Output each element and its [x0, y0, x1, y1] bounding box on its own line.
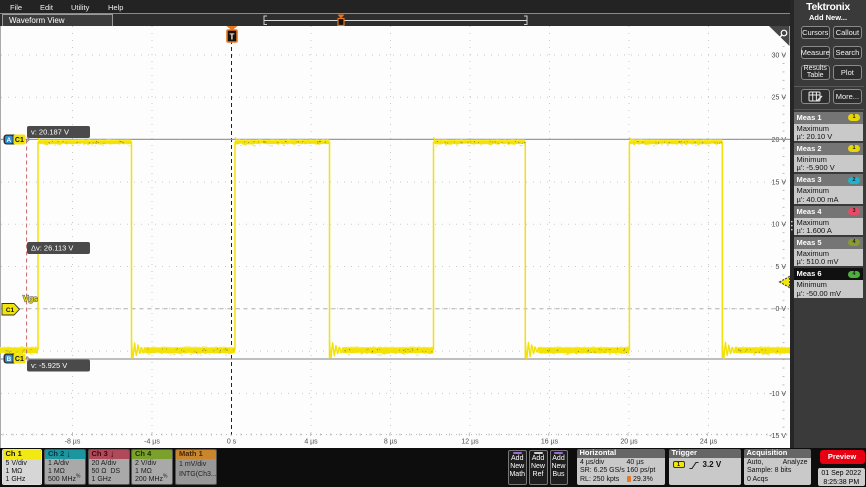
svg-text:12 µs: 12 µs — [461, 439, 479, 446]
svg-text:C1: C1 — [15, 137, 24, 144]
svg-text:0 s: 0 s — [227, 439, 237, 446]
svg-text:20 V: 20 V — [772, 137, 787, 144]
svg-text:T: T — [230, 33, 235, 42]
svg-text:A: A — [6, 137, 11, 144]
svg-text:B: B — [6, 356, 11, 363]
svg-text:4 µs: 4 µs — [304, 439, 318, 446]
svg-text:-8 µs: -8 µs — [65, 439, 81, 446]
svg-text:0 V: 0 V — [775, 306, 786, 313]
svg-text:-4 µs: -4 µs — [144, 439, 160, 446]
svg-text:-10 V: -10 V — [769, 391, 786, 398]
svg-text:10 V: 10 V — [772, 222, 787, 229]
svg-text:30 V: 30 V — [772, 52, 787, 59]
svg-text:16 µs: 16 µs — [541, 439, 559, 446]
svg-text:v: 20.187 V: v: 20.187 V — [31, 128, 69, 137]
svg-text:15 V: 15 V — [772, 179, 787, 186]
svg-text:8 µs: 8 µs — [384, 439, 398, 446]
svg-text:20 µs: 20 µs — [620, 439, 638, 446]
svg-text:v: -5.925 V: v: -5.925 V — [31, 361, 67, 370]
svg-text:24 µs: 24 µs — [700, 439, 718, 446]
svg-text:C1: C1 — [15, 356, 24, 363]
svg-text:Δv: 26.113 V: Δv: 26.113 V — [31, 244, 73, 253]
svg-text:25 V: 25 V — [772, 95, 787, 102]
svg-text:-15 V: -15 V — [769, 433, 786, 440]
svg-text:5 V: 5 V — [775, 264, 786, 271]
svg-text:Vgs: Vgs — [23, 295, 38, 304]
svg-text:C1: C1 — [6, 307, 15, 314]
